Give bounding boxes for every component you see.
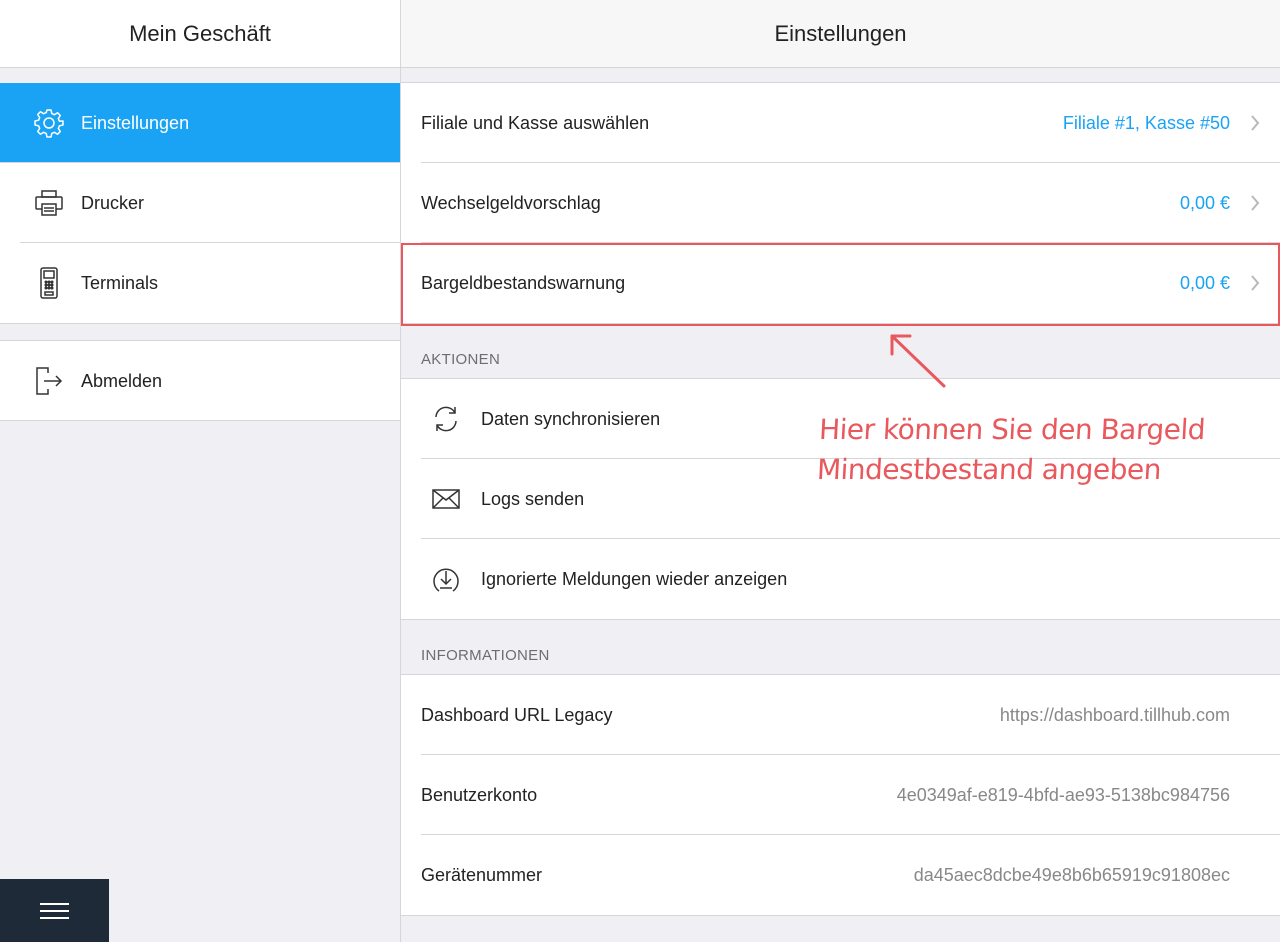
info-label: Benutzerkonto — [421, 785, 538, 805]
info-label: Dashboard URL Legacy — [421, 705, 613, 725]
hamburger-line — [40, 910, 69, 912]
card-terminal-icon — [32, 267, 66, 299]
info-value: da45aec8dcbe49e8b6b65919c91808ec — [913, 865, 1230, 885]
action-show-ignored[interactable]: Ignorierte Meldungen wieder anzeigen — [401, 539, 1280, 619]
sidebar-item-einstellungen[interactable]: Einstellungen — [0, 83, 400, 163]
annotation-arrow-icon — [890, 334, 946, 388]
logout-button[interactable]: Abmelden — [0, 341, 400, 421]
annotation-line: Hier können Sie den Bargeld — [818, 413, 1206, 446]
sidebar-item-label: Terminals — [81, 272, 159, 293]
sidebar-item-terminals[interactable]: Terminals — [0, 243, 400, 323]
action-label: Ignorierte Meldungen wieder anzeigen — [481, 569, 788, 589]
info-row-benutzerkonto: Benutzerkonto 4e0349af-e819-4bfd-ae93-51… — [401, 755, 1280, 835]
logout-icon — [32, 365, 66, 397]
logout-label: Abmelden — [81, 370, 163, 391]
sync-icon — [429, 403, 463, 435]
info-label: Gerätenummer — [421, 865, 543, 885]
hamburger-menu-icon — [40, 903, 69, 905]
info-value: https://dashboard.tillhub.com — [999, 705, 1230, 725]
chevron-right-icon — [1251, 115, 1260, 131]
hamburger-line — [40, 917, 69, 919]
hamburger-menu-button[interactable] — [0, 879, 109, 942]
sidebar-item-label: Einstellungen — [81, 112, 190, 133]
info-row-geraetenummer: Gerätenummer da45aec8dcbe49e8b6b65919c91… — [401, 835, 1280, 915]
section-title-informationen: INFORMATIONEN — [421, 647, 550, 664]
action-label: Daten synchronisieren — [481, 409, 661, 429]
sidebar-nav: Einstellungen Drucker Terminals — [0, 83, 400, 324]
setting-label: Filiale und Kasse auswählen — [421, 113, 650, 133]
setting-value: Filiale #1, Kasse #50 — [1062, 113, 1230, 133]
page-title: Einstellungen — [401, 0, 1280, 68]
info-group: Dashboard URL Legacy https://dashboard.t… — [401, 674, 1280, 916]
printer-icon — [32, 187, 66, 219]
info-row-dashboard-url: Dashboard URL Legacy https://dashboard.t… — [401, 675, 1280, 755]
setting-value: 0,00 € — [1179, 193, 1230, 213]
chevron-right-icon — [1251, 195, 1260, 211]
action-label: Logs senden — [481, 489, 585, 509]
section-title-aktionen: AKTIONEN — [421, 351, 501, 368]
info-value: 4e0349af-e819-4bfd-ae93-5138bc984756 — [896, 785, 1230, 805]
annotation-text: Hier können Sie den Bargeld Mindestbesta… — [816, 410, 1250, 490]
setting-row-filiale[interactable]: Filiale und Kasse auswählen Filiale #1, … — [401, 83, 1280, 163]
sidebar-title: Mein Geschäft — [0, 0, 400, 68]
gear-icon — [32, 107, 66, 139]
annotation-highlight-box — [401, 243, 1280, 326]
download-circle-icon — [429, 563, 463, 595]
sidebar-item-label: Drucker — [81, 192, 145, 213]
setting-label: Wechselgeldvorschlag — [421, 193, 601, 213]
annotation-line: Mindestbestand angeben — [816, 453, 1162, 486]
sidebar-logout-group: Abmelden — [0, 340, 400, 421]
divider — [0, 162, 400, 163]
envelope-icon — [429, 483, 463, 515]
sidebar-item-drucker[interactable]: Drucker — [0, 163, 400, 243]
setting-row-wechselgeld[interactable]: Wechselgeldvorschlag 0,00 € — [401, 163, 1280, 243]
